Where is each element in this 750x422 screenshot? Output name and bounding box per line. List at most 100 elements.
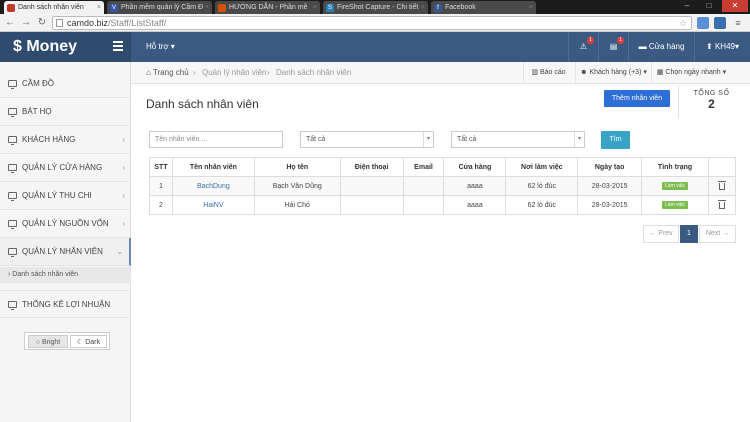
monitor-icon [8, 80, 17, 89]
fireshot-icon[interactable] [714, 17, 726, 29]
brand-logo[interactable]: $ Money [0, 32, 131, 62]
hamburger-icon[interactable] [113, 41, 123, 51]
browser-tab-title: Facebook [445, 4, 476, 11]
status-badge: Làm việc [662, 182, 689, 190]
browser-tab-title: Danh sách nhân viên [18, 4, 84, 11]
help-menu[interactable]: Hỗ trợ ▾ [146, 32, 175, 62]
messages-badge: 1 [617, 37, 624, 44]
page-title: Danh sách nhân viên [146, 97, 259, 111]
theme-bright-label: Bright [41, 339, 61, 346]
column-header: STT [149, 157, 173, 177]
theme-switcher: ○ Bright ☾ Dark [24, 332, 110, 350]
url-host: camdo.biz [67, 18, 109, 28]
chevron-down-icon: ⌄ [116, 247, 123, 256]
filter-select-2[interactable]: Tất cả ▾ [451, 131, 585, 148]
sidebar-item-label: Thống kê lợi nhuận [22, 300, 111, 309]
sidebar-item-quan-ly-nhan-vien[interactable]: Quản lý nhân viên ⌄ [0, 238, 131, 266]
page-icon [7, 4, 15, 12]
column-header [707, 157, 737, 177]
user-menu[interactable]: ⬆ KH49▾ [694, 32, 750, 62]
breadcrumb-level1[interactable]: Quản lý nhân viên [202, 62, 267, 84]
sidebar-item-quan-ly-cua-hang[interactable]: Quản lý cửa hàng ‹ [0, 154, 131, 182]
pagination-page-1[interactable]: 1 [680, 225, 698, 243]
monitor-icon [8, 301, 17, 310]
staff-username-link[interactable]: HaiNV [203, 202, 223, 209]
v-icon: V [110, 4, 118, 12]
breadcrumb-separator: › [193, 68, 196, 77]
sidebar-item-thong-ke-loi-nhuan[interactable]: Thống kê lợi nhuận [0, 290, 131, 318]
cell-workplace: 62 lò đúc [505, 176, 579, 196]
report-button[interactable]: ▥ Báo cáo [523, 62, 573, 84]
browser-tab[interactable]: f Facebook × [431, 1, 536, 14]
add-staff-button[interactable]: Thêm nhân viên [604, 90, 670, 107]
trash-icon[interactable] [717, 180, 726, 190]
pagination-next[interactable]: Next → [699, 225, 736, 243]
sidebar-subitem-danh-sach-nhan-vien[interactable]: › Danh sách nhân viên [0, 267, 131, 283]
menu-icon[interactable]: ≡ [732, 17, 744, 29]
chart-icon: ▥ [531, 69, 538, 76]
moon-icon: ☾ [76, 339, 84, 346]
browser-tab[interactable]: V Phần mềm quản lý Cầm Đ × [107, 1, 212, 14]
sidebar-item-label: Quản lý cửa hàng [22, 163, 103, 172]
column-header: Họ tên [253, 157, 341, 177]
cell-email [402, 195, 445, 215]
extension-icon[interactable] [697, 17, 709, 29]
breadcrumb-home-label: Trang chủ [152, 68, 189, 77]
sidebar-item-label: Khách hàng [22, 135, 76, 144]
staff-username-link[interactable]: BachDung [197, 183, 230, 190]
f-icon: f [434, 4, 442, 12]
search-button[interactable]: Tìm [601, 131, 630, 149]
star-icon[interactable]: ☆ [679, 17, 687, 29]
sidebar-item-cam-do[interactable]: Cầm đồ [0, 70, 131, 98]
browser-tab-active[interactable]: Danh sách nhân viên × [4, 1, 104, 14]
notification-button[interactable]: ⚠ 1 [568, 32, 598, 62]
sidebar-item-bat-ho[interactable]: Bát họ [0, 98, 131, 126]
staff-name-search-input[interactable]: Tên nhân viên ... [149, 131, 283, 148]
pagination-prev[interactable]: ← Prev [643, 225, 679, 243]
browser-tab-title: HƯỚNG DẪN - Phần mề [229, 4, 308, 11]
date-pick-dropdown[interactable]: ▦ Chọn ngày nhanh ▾ [651, 62, 731, 84]
forward-icon[interactable]: → [20, 17, 32, 29]
users-icon: ☻ [580, 69, 588, 76]
theme-dark-button[interactable]: ☾ Dark [70, 335, 107, 348]
close-tab-icon[interactable]: × [421, 1, 425, 14]
browser-tab[interactable]: HƯỚNG DẪN - Phần mề × [215, 1, 320, 14]
staff-table: STT Tên nhân viên Họ tên Điện thoại Emai… [149, 157, 737, 215]
close-tab-icon[interactable]: × [97, 1, 101, 14]
reload-icon[interactable]: ↻ [36, 17, 48, 29]
trash-icon[interactable] [717, 199, 726, 209]
sidebar-item-khach-hang[interactable]: Khách hàng ‹ [0, 126, 131, 154]
store-button[interactable]: ▬ Cửa hàng [628, 32, 694, 62]
customers-dropdown[interactable]: ☻ Khách hàng (+3) ▾ [575, 62, 651, 84]
column-header: Email [402, 157, 445, 177]
messages-button[interactable]: ▤ 1 [598, 32, 628, 62]
monitor-icon [8, 220, 17, 229]
sidebar-item-quan-ly-thu-chi[interactable]: Quản lý thu chi ‹ [0, 182, 131, 210]
cell-fullname: Bạch Văn Dũng [253, 176, 341, 196]
breadcrumb-home[interactable]: ⌂ Trang chủ [146, 62, 189, 84]
close-tab-icon[interactable]: × [313, 1, 317, 14]
maximize-icon[interactable]: □ [698, 0, 720, 12]
theme-dark-label: Dark [85, 339, 100, 346]
close-tab-icon[interactable]: × [529, 1, 533, 14]
status-badge: Làm việc [662, 201, 689, 209]
minimize-icon[interactable]: – [676, 0, 698, 12]
theme-bright-button[interactable]: ○ Bright [28, 335, 68, 348]
user-label: KH49▾ [714, 42, 739, 51]
monitor-icon [8, 248, 17, 257]
date-pick-label: Chọn ngày nhanh ▾ [665, 69, 727, 76]
close-tab-icon[interactable]: × [205, 1, 209, 14]
page-info-icon [56, 19, 63, 27]
url-field[interactable]: camdo.biz/Staff/ListStaff/ ☆ [52, 16, 692, 30]
cell-created: 28-03-2015 [577, 176, 643, 196]
column-header: Ngày tạo [577, 157, 643, 177]
sidebar-item-quan-ly-nguon-von[interactable]: Quản lý nguồn vốn ‹ [0, 210, 131, 238]
notification-badge: 1 [587, 37, 594, 44]
window-close-icon[interactable]: ✕ [722, 0, 748, 12]
page-icon [218, 4, 226, 12]
sidebar-item-label: Quản lý nhân viên [22, 247, 103, 256]
browser-tab[interactable]: S FireShot Capture - Chi tiết × [323, 1, 428, 14]
filter-select-1[interactable]: Tất cả ▾ [300, 131, 434, 148]
back-icon[interactable]: ← [4, 17, 16, 29]
warning-icon: ⚠ [579, 42, 588, 51]
